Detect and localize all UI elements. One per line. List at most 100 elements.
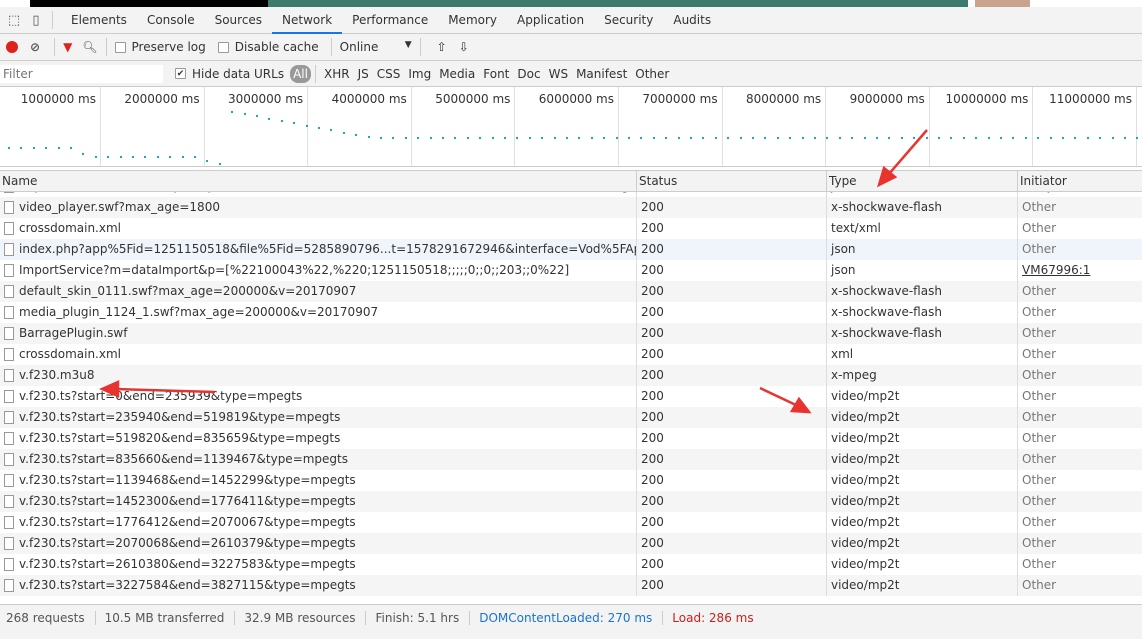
timeline-request-dot: [404, 137, 407, 139]
timeline-tick-label: 6000000 ms: [538, 92, 614, 106]
request-type: video/mp2t: [827, 428, 1018, 449]
table-row[interactable]: v.f230.ts?start=519820&end=835659&type=m…: [0, 428, 1142, 449]
table-row[interactable]: v.f230.ts?start=2070068&end=2610379&type…: [0, 533, 1142, 554]
timeline-request-dot: [615, 137, 618, 139]
clear-icon[interactable]: ⊘: [30, 40, 40, 54]
column-header-name[interactable]: Name: [0, 171, 637, 191]
timeline-request-dot: [814, 137, 816, 139]
table-row[interactable]: v.f230.ts?start=835660&end=1139467&type=…: [0, 449, 1142, 470]
tab-console[interactable]: Console: [137, 7, 205, 34]
filter-input[interactable]: [0, 64, 163, 83]
filter-type-ws[interactable]: WS: [545, 67, 572, 81]
export-har-icon[interactable]: ⇩: [459, 40, 469, 54]
request-name: v.f230.ts?start=2070068&end=2610379&type…: [0, 533, 637, 554]
tab-network[interactable]: Network: [272, 7, 343, 34]
table-row[interactable]: crossdomain.xml 200 xml Other: [0, 344, 1142, 365]
table-row[interactable]: v.f230.ts?start=1452300&end=1776411&type…: [0, 491, 1142, 512]
filter-type-xhr[interactable]: XHR: [320, 67, 354, 81]
request-status: 200: [637, 449, 827, 470]
timeline-request-dot: [1024, 137, 1027, 139]
timeline-request-dot: [541, 137, 544, 139]
status-bar: 268 requests 10.5 MB transferred 32.9 MB…: [0, 604, 1142, 630]
request-initiator: Other: [1022, 305, 1057, 319]
tab-memory[interactable]: Memory: [438, 7, 507, 34]
timeline-tick-label: 2000000 ms: [124, 92, 200, 106]
timeline-tick-label: 5000000 ms: [435, 92, 511, 106]
timeline-request-dot: [1136, 137, 1139, 139]
record-icon[interactable]: [6, 41, 18, 53]
request-type: json: [827, 239, 1018, 260]
timeline-request-dot: [342, 131, 345, 134]
disable-cache-checkbox[interactable]: [217, 41, 229, 53]
throttle-select[interactable]: Online ▼: [340, 40, 412, 54]
request-initiator: Other: [1022, 494, 1057, 508]
request-table: ImportService?m=dataImport&p=[%22100043%…: [0, 192, 1142, 604]
request-name-text: ImportService?m=dataImport&p=[%22100043%…: [19, 192, 636, 193]
timeline-request-dot: [900, 137, 903, 139]
table-row[interactable]: v.f230.ts?start=1139468&end=1452299&type…: [0, 470, 1142, 491]
tab-elements[interactable]: Elements: [61, 7, 137, 34]
timeline-tick-label: 9000000 ms: [849, 92, 925, 106]
timeline-tick-label: 7000000 ms: [642, 92, 718, 106]
request-name: v.f230.ts?start=519820&end=835659&type=m…: [0, 428, 637, 449]
table-row[interactable]: ImportService?m=dataImport&p=[%22100043%…: [0, 260, 1142, 281]
network-overview-timeline[interactable]: 1000000 ms 2000000 ms 3000000 ms 4000000 ms…: [0, 87, 1142, 167]
request-name: default_skin_0111.swf?max_age=200000&v=2…: [0, 281, 637, 302]
import-har-icon[interactable]: ⇧: [437, 40, 447, 54]
filter-type-doc[interactable]: Doc: [513, 67, 544, 81]
request-type: video/mp2t: [827, 407, 1018, 428]
filter-type-font[interactable]: Font: [479, 67, 513, 81]
inspect-element-icon[interactable]: ⬚: [6, 12, 22, 28]
hide-data-urls-checkbox[interactable]: ✔: [175, 68, 186, 79]
timeline-request-dot: [665, 137, 668, 139]
tab-security[interactable]: Security: [594, 7, 663, 34]
table-row[interactable]: index.php?app%5Fid=1251150518&file%5Fid=…: [0, 239, 1142, 260]
table-row[interactable]: default_skin_0111.swf?max_age=200000&v=2…: [0, 281, 1142, 302]
column-header-status[interactable]: Status: [637, 171, 827, 191]
filter-type-js[interactable]: JS: [354, 67, 373, 81]
tab-sources[interactable]: Sources: [205, 7, 272, 34]
tab-application[interactable]: Application: [507, 7, 594, 34]
column-header-initiator[interactable]: Initiator: [1018, 171, 1142, 191]
file-icon: [4, 306, 14, 319]
timeline-request-dot: [702, 137, 705, 139]
filter-type-manifest[interactable]: Manifest: [572, 67, 631, 81]
timeline-request-dot: [603, 137, 606, 139]
timeline-request-dot: [330, 129, 333, 132]
timeline-request-dot: [714, 137, 717, 139]
table-row[interactable]: v.f230.m3u8 200 x-mpeg Other: [0, 365, 1142, 386]
table-row[interactable]: crossdomain.xml 200 text/xml Other: [0, 218, 1142, 239]
preserve-log-checkbox[interactable]: [114, 41, 126, 53]
filter-type-other[interactable]: Other: [631, 67, 673, 81]
request-name: v.f230.ts?start=1139468&end=1452299&type…: [0, 470, 637, 491]
table-row[interactable]: media_plugin_1124_1.swf?max_age=200000&v…: [0, 302, 1142, 323]
request-name: v.f230.ts?start=0&end=235939&type=mpegts: [0, 386, 637, 407]
search-icon[interactable]: 🔍︎: [82, 40, 97, 54]
table-row[interactable]: v.f230.ts?start=235940&end=519819&type=m…: [0, 407, 1142, 428]
table-row[interactable]: v.f230.ts?start=2610380&end=3227583&type…: [0, 554, 1142, 575]
timeline-request-dot: [553, 137, 556, 139]
filter-type-media[interactable]: Media: [435, 67, 479, 81]
tab-audits[interactable]: Audits: [663, 7, 721, 34]
filter-icon[interactable]: ▼: [63, 40, 72, 54]
timeline-request-dot: [479, 137, 482, 139]
table-row[interactable]: v.f230.ts?start=3227584&end=3827115&type…: [0, 575, 1142, 596]
request-initiator: Other: [1022, 242, 1057, 256]
timeline-request-dot: [1124, 137, 1126, 139]
timeline-request-dot: [838, 137, 841, 139]
filter-type-img[interactable]: Img: [404, 67, 435, 81]
timeline-request-dot: [429, 137, 432, 139]
table-row[interactable]: BarragePlugin.swf 200 x-shockwave-flash Oth…: [0, 323, 1142, 344]
tab-performance[interactable]: Performance: [342, 7, 438, 34]
filter-type-css[interactable]: CSS: [373, 67, 405, 81]
column-header-type[interactable]: Type: [827, 171, 1018, 191]
table-row[interactable]: v.f230.ts?start=0&end=235939&type=mpegts…: [0, 386, 1142, 407]
request-initiator[interactable]: VM67996:1: [1018, 260, 1142, 281]
filter-type-all[interactable]: All: [290, 64, 311, 83]
table-row[interactable]: video_player.swf?max_age=1800 200 x-shockw…: [0, 197, 1142, 218]
timeline-request-dot: [256, 115, 258, 118]
timeline-tick-label: 10000000 ms: [945, 92, 1029, 106]
request-initiator: Other: [1022, 368, 1057, 382]
table-row[interactable]: v.f230.ts?start=1776412&end=2070067&type…: [0, 512, 1142, 533]
device-toolbar-icon[interactable]: ▯: [28, 12, 44, 28]
